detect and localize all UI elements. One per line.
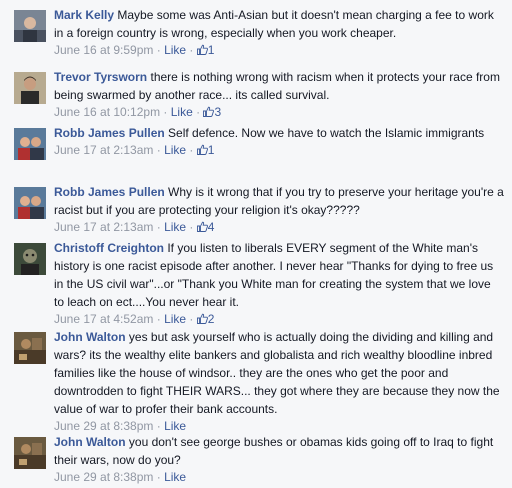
- comment-text-line: Robb James Pullen Why is it wrong that i…: [54, 183, 504, 219]
- comment-author[interactable]: Robb James Pullen: [54, 185, 165, 199]
- like-count-number: 2: [207, 312, 215, 326]
- avatar[interactable]: [14, 72, 46, 104]
- like-button[interactable]: Like: [164, 143, 186, 157]
- thumbs-up-icon: [203, 106, 215, 117]
- comment-meta: June 29 at 8:38pm · Like: [54, 470, 187, 484]
- like-button[interactable]: Like: [164, 470, 186, 484]
- comment-author[interactable]: Robb James Pullen: [54, 126, 165, 140]
- comment-timestamp[interactable]: June 29 at 8:38pm: [54, 470, 153, 484]
- comment-text: Maybe some was Anti-Asian but it doesn't…: [54, 8, 494, 40]
- comment-author[interactable]: Trevor Tyrsworn: [54, 70, 147, 84]
- like-count[interactable]: 3: [203, 105, 221, 119]
- comment-meta: June 17 at 2:13am · Like · 1: [54, 143, 215, 157]
- like-count-number: 3: [214, 105, 222, 119]
- like-count-number: 1: [207, 43, 215, 57]
- comment-timestamp[interactable]: June 17 at 2:13am: [54, 143, 153, 157]
- comment-meta: June 17 at 4:52am · Like · 2: [54, 312, 215, 326]
- comment-timestamp[interactable]: June 16 at 10:12pm: [54, 105, 160, 119]
- like-count[interactable]: 4: [196, 220, 215, 234]
- comment-text-line: John Walton you don't see george bushes …: [54, 433, 504, 469]
- comment-text-line: Trevor Tyrsworn there is nothing wrong w…: [54, 68, 504, 104]
- like-button[interactable]: Like: [164, 419, 186, 433]
- comment-timestamp[interactable]: June 17 at 2:13am: [54, 220, 153, 234]
- avatar[interactable]: [14, 10, 46, 42]
- like-button[interactable]: Like: [164, 220, 186, 234]
- like-count[interactable]: 2: [196, 312, 215, 326]
- like-count-number: 1: [207, 143, 215, 157]
- thumbs-up-icon: [196, 221, 208, 232]
- thumbs-up-icon: [196, 44, 208, 55]
- like-button[interactable]: Like: [171, 105, 193, 119]
- like-count-number: 4: [207, 220, 215, 234]
- comment-meta: June 16 at 10:12pm · Like · 3: [54, 105, 222, 119]
- comment-author[interactable]: Christoff Creighton: [54, 241, 164, 255]
- comment-text-line: John Walton yes but ask yourself who is …: [54, 328, 504, 418]
- avatar[interactable]: [14, 243, 46, 275]
- avatar[interactable]: [14, 437, 46, 469]
- comment-text-line: Mark Kelly Maybe some was Anti-Asian but…: [54, 6, 504, 42]
- thumbs-up-icon: [196, 144, 208, 155]
- comment-text: Self defence. Now we have to watch the I…: [168, 126, 485, 140]
- comment-author[interactable]: John Walton: [54, 435, 126, 449]
- avatar[interactable]: [14, 332, 46, 364]
- comment-meta: June 16 at 9:59pm · Like · 1: [54, 43, 215, 57]
- like-count[interactable]: 1: [196, 143, 215, 157]
- like-button[interactable]: Like: [164, 43, 186, 57]
- comment-timestamp[interactable]: June 17 at 4:52am: [54, 312, 153, 326]
- thumbs-up-icon: [196, 313, 208, 324]
- comment-author[interactable]: John Walton: [54, 330, 126, 344]
- comment-timestamp[interactable]: June 16 at 9:59pm: [54, 43, 153, 57]
- comment-text-line: Christoff Creighton If you listen to lib…: [54, 239, 504, 311]
- comment-author[interactable]: Mark Kelly: [54, 8, 114, 22]
- avatar[interactable]: [14, 128, 46, 160]
- avatar[interactable]: [14, 187, 46, 219]
- comment-feed: Mark Kelly Maybe some was Anti-Asian but…: [0, 0, 512, 488]
- like-button[interactable]: Like: [164, 312, 186, 326]
- comment-meta: June 17 at 2:13am · Like · 4: [54, 220, 215, 234]
- comment-text-line: Robb James Pullen Self defence. Now we h…: [54, 124, 504, 142]
- like-count[interactable]: 1: [196, 43, 215, 57]
- comment-timestamp[interactable]: June 29 at 8:38pm: [54, 419, 153, 433]
